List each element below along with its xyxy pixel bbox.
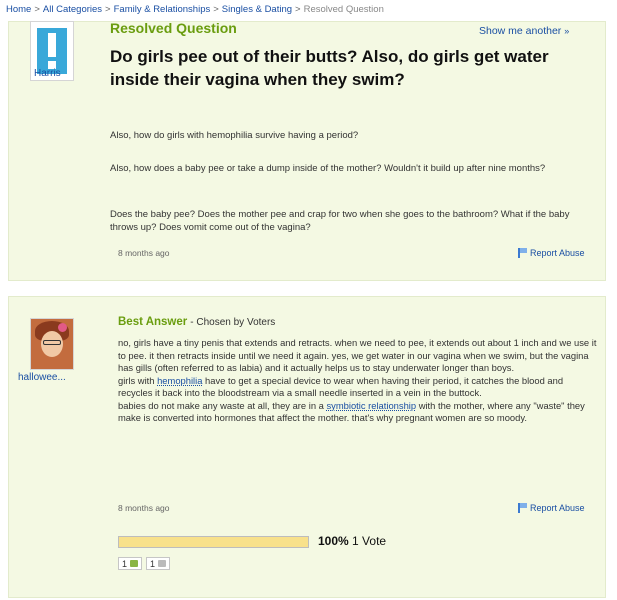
thumbs-down-button[interactable]: 1 [146, 557, 171, 570]
breadcrumb-home[interactable]: Home [6, 4, 31, 15]
question-status-heading: Resolved Question [110, 20, 237, 36]
answer-paragraph: babies do not make any waste at all, the… [118, 399, 585, 424]
flag-icon [518, 248, 527, 258]
thumbs-up-button[interactable]: 1 [118, 557, 143, 570]
vote-rating-bar [118, 536, 309, 548]
chosen-by-label: - Chosen by Voters [190, 317, 276, 328]
breadcrumb-all-categories[interactable]: All Categories [43, 4, 102, 15]
thumbs-up-icon [130, 560, 139, 567]
best-answer-heading: Best Answer - Chosen by Voters [118, 316, 275, 328]
symbiotic-relationship-link[interactable]: symbiotic relationship [326, 400, 416, 411]
vote-percent: 100% [318, 534, 349, 548]
breadcrumb-family-relationships[interactable]: Family & Relationships [114, 4, 211, 15]
breadcrumb-separator: > [105, 4, 111, 15]
answerer-avatar[interactable] [30, 318, 74, 370]
report-abuse-label: Report Abuse [530, 503, 585, 513]
show-another-link[interactable]: Show me another » [479, 25, 569, 37]
hemophilia-link[interactable]: hemophilia [157, 375, 202, 386]
thumbs-down-count: 1 [150, 558, 156, 569]
answer-report-abuse-link[interactable]: Report Abuse [518, 503, 585, 513]
question-timestamp: 8 months ago [118, 248, 170, 258]
flower-icon [58, 323, 67, 332]
answer-paragraph: no, girls have a tiny penis that extends… [118, 337, 597, 373]
report-abuse-label: Report Abuse [530, 248, 585, 258]
question-body-paragraph: Also, how does a baby pee or take a dump… [110, 163, 546, 174]
breadcrumb-separator: > [34, 4, 40, 15]
breadcrumb-separator: > [213, 4, 219, 15]
flag-icon [518, 503, 527, 513]
breadcrumb-singles-dating[interactable]: Singles & Dating [222, 4, 292, 15]
question-title: Do girls pee out of their butts? Also, d… [110, 47, 549, 89]
breadcrumb: Home > All Categories > Family & Relationshi… [6, 4, 384, 15]
question-body-paragraph: Also, how do girls with hemophilia survi… [110, 130, 359, 141]
answer-timestamp: 8 months ago [118, 503, 170, 513]
thumbs-down-icon [158, 560, 167, 567]
question-report-abuse-link[interactable]: Report Abuse [518, 248, 585, 258]
show-another-label: Show me another [479, 25, 562, 37]
vote-count: 1 Vote [352, 534, 387, 548]
breadcrumb-current: Resolved Question [303, 4, 384, 15]
double-chevron-right-icon: » [564, 26, 570, 36]
answer-body: no, girls have a tiny penis that extends… [118, 337, 598, 425]
best-answer-label: Best Answer [118, 316, 188, 328]
vote-rating-fill [119, 537, 308, 547]
answerer-name-link[interactable]: hallowee... [18, 372, 66, 383]
asker-name-link[interactable]: Harris [34, 68, 61, 79]
question-body-paragraph: Does the baby pee? Does the mother pee a… [110, 209, 570, 233]
breadcrumb-separator: > [295, 4, 301, 15]
glasses-icon [43, 340, 61, 345]
thumbs-up-count: 1 [122, 558, 128, 569]
answer-paragraph: girls with hemophilia have to get a spec… [118, 374, 564, 399]
vote-summary: 100% 1 Vote [318, 534, 386, 548]
